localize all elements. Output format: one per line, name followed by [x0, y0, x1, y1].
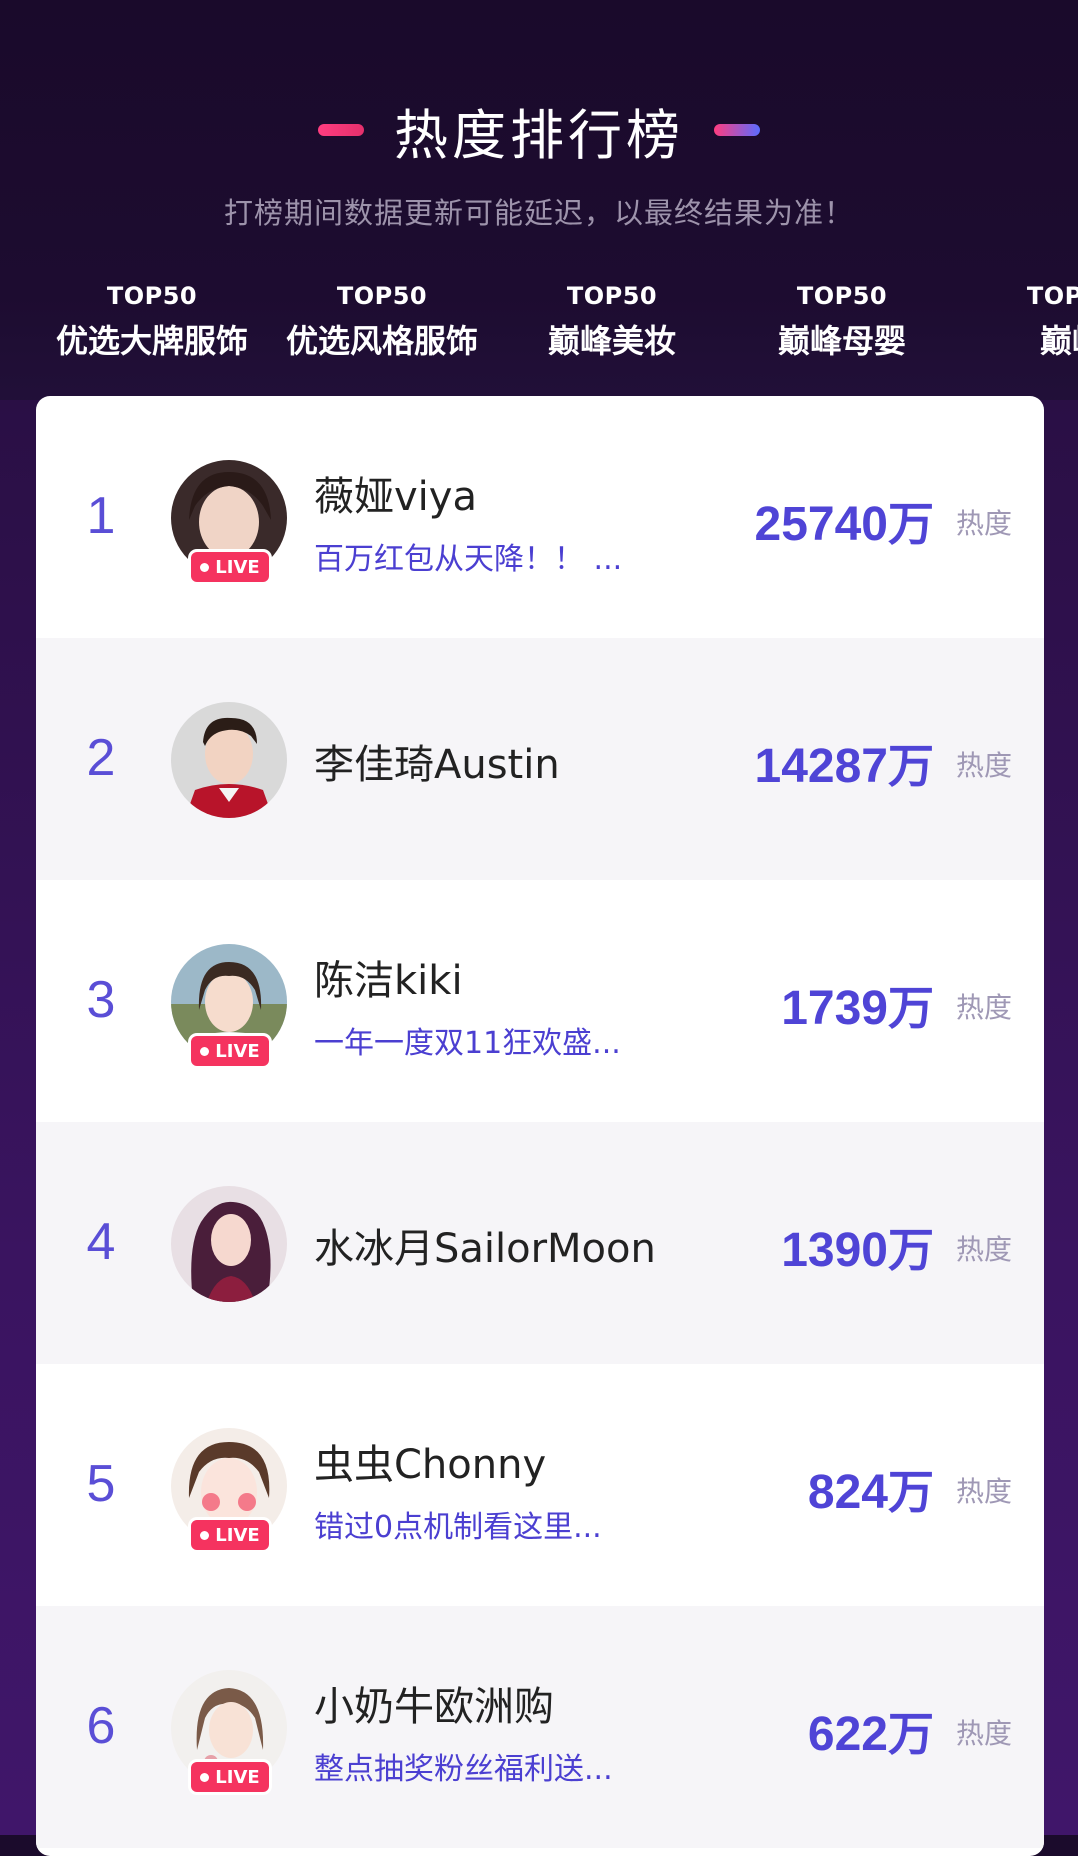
streamer-name: 陈洁kiki	[314, 958, 463, 1004]
avatar[interactable]	[171, 1186, 287, 1302]
heat-score: 824万	[808, 1456, 934, 1522]
live-badge: LIVE	[191, 1762, 269, 1792]
tab-label: 优选风格服饰	[285, 322, 478, 360]
heat-score: 622万	[808, 1698, 934, 1764]
heat-score-unit: 万	[888, 739, 934, 793]
tab-label: 巅峰美妆	[547, 322, 676, 360]
heat-score-unit: 万	[888, 981, 934, 1035]
live-badge: LIVE	[191, 1036, 269, 1066]
heat-label: 热度	[955, 991, 1012, 1024]
rank-number: 6	[86, 1697, 116, 1755]
tab-top-label: TOP50	[1026, 282, 1078, 310]
heat-score-value: 824	[807, 1466, 888, 1519]
tab-top-label: TOP50	[566, 282, 658, 310]
rank-number: 2	[86, 729, 116, 787]
ranking-row[interactable]: 6 LIVE 小奶牛欧洲购 整点抽奖粉丝福利送... 622万 热度	[36, 1606, 1044, 1848]
tab-top-label: TOP50	[106, 282, 198, 310]
heat-score-value: 622	[807, 1708, 888, 1761]
rank-number: 1	[86, 487, 116, 545]
heat-score: 25740万	[755, 488, 934, 554]
live-label: LIVE	[215, 1766, 260, 1788]
heat-score: 1739万	[781, 972, 934, 1038]
category-tabs: TOP50 优选大牌服饰 TOP50 优选风格服饰 TOP50 巅峰美妆 TOP…	[0, 282, 1078, 372]
heat-score-value: 14287	[754, 740, 888, 793]
page-title: 热度排行榜	[394, 103, 684, 167]
streamer-name: 水冰月SailorMoon	[314, 1226, 656, 1272]
stream-description: 错过0点机制看这里...	[314, 1510, 602, 1545]
tab-label: 优选大牌服饰	[55, 322, 248, 360]
heat-score-unit: 万	[888, 1223, 934, 1277]
heat-score-unit: 万	[888, 1707, 934, 1761]
streamer-name: 李佳琦Austin	[314, 742, 560, 788]
heat-score-value: 1390	[781, 1224, 888, 1277]
heat-score-value: 1739	[781, 982, 888, 1035]
stream-description: 一年一度双11狂欢盛...	[314, 1026, 621, 1061]
heat-score-unit: 万	[888, 497, 934, 551]
page-subtitle: 打榜期间数据更新可能延迟，以最终结果为准！	[223, 196, 854, 230]
tab-beauty[interactable]: TOP50 巅峰美妆	[497, 282, 727, 362]
tab-top-label: TOP50	[796, 282, 888, 310]
heat-label: 热度	[955, 1475, 1012, 1508]
tab-mother-baby[interactable]: TOP50 巅峰母婴	[727, 282, 957, 362]
stream-description: 百万红包从天降！！ ...	[314, 542, 623, 577]
heat-score-value: 25740	[754, 498, 888, 551]
tab-label: 巅峰	[1039, 322, 1078, 360]
ranking-list: 1 LIVE 薇娅viya 百万红包从天降！！ ... 25740万 热度 2	[36, 396, 1044, 1856]
live-dot-icon	[200, 1046, 210, 1056]
ranking-row[interactable]: 5 LIVE 虫虫Chonny 错过0点机制看这里... 824万 热度	[36, 1364, 1044, 1606]
heat-score: 14287万	[755, 730, 934, 796]
heat-label: 热度	[955, 1233, 1012, 1266]
title-decoration-left	[318, 124, 364, 136]
avatar[interactable]	[171, 702, 287, 818]
ranking-row[interactable]: 1 LIVE 薇娅viya 百万红包从天降！！ ... 25740万 热度	[36, 396, 1044, 638]
heat-label: 热度	[955, 749, 1012, 782]
ranking-row[interactable]: 4 水冰月SailorMoon 1390万 热度	[36, 1122, 1044, 1364]
title-row: 热度排行榜	[0, 90, 1078, 170]
live-label: LIVE	[215, 1524, 260, 1546]
heat-score: 1390万	[781, 1214, 934, 1280]
rank-number: 5	[86, 1455, 116, 1513]
heat-score-unit: 万	[888, 1465, 934, 1519]
tab-label: 巅峰母婴	[777, 322, 906, 360]
stream-description: 整点抽奖粉丝福利送...	[314, 1752, 613, 1787]
live-badge: LIVE	[191, 552, 269, 582]
live-dot-icon	[200, 1530, 210, 1540]
heat-label: 热度	[955, 1717, 1012, 1750]
live-badge: LIVE	[191, 1520, 269, 1550]
title-decoration-right	[714, 124, 760, 136]
heat-label: 热度	[955, 507, 1012, 540]
streamer-name: 薇娅viya	[314, 474, 477, 520]
rank-number: 4	[86, 1213, 116, 1271]
tab-top-label: TOP50	[336, 282, 428, 310]
ranking-row[interactable]: 2 李佳琦Austin 14287万 热度	[36, 638, 1044, 880]
ranking-row[interactable]: 3 LIVE 陈洁kiki 一年一度双11狂欢盛... 1739万 热度	[36, 880, 1044, 1122]
streamer-name: 小奶牛欧洲购	[314, 1684, 554, 1730]
tab-brand-apparel[interactable]: TOP50 优选大牌服饰	[37, 282, 267, 362]
streamer-name: 虫虫Chonny	[314, 1442, 547, 1488]
rank-number: 3	[86, 971, 116, 1029]
live-dot-icon	[200, 562, 210, 572]
live-dot-icon	[200, 1772, 210, 1782]
ranking-header: 热度排行榜 打榜期间数据更新可能延迟，以最终结果为准！	[0, 90, 1078, 232]
live-label: LIVE	[215, 556, 260, 578]
tab-style-apparel[interactable]: TOP50 优选风格服饰	[267, 282, 497, 362]
live-label: LIVE	[215, 1040, 260, 1062]
tab-peak-partial[interactable]: TOP50 巅峰	[957, 282, 1078, 362]
